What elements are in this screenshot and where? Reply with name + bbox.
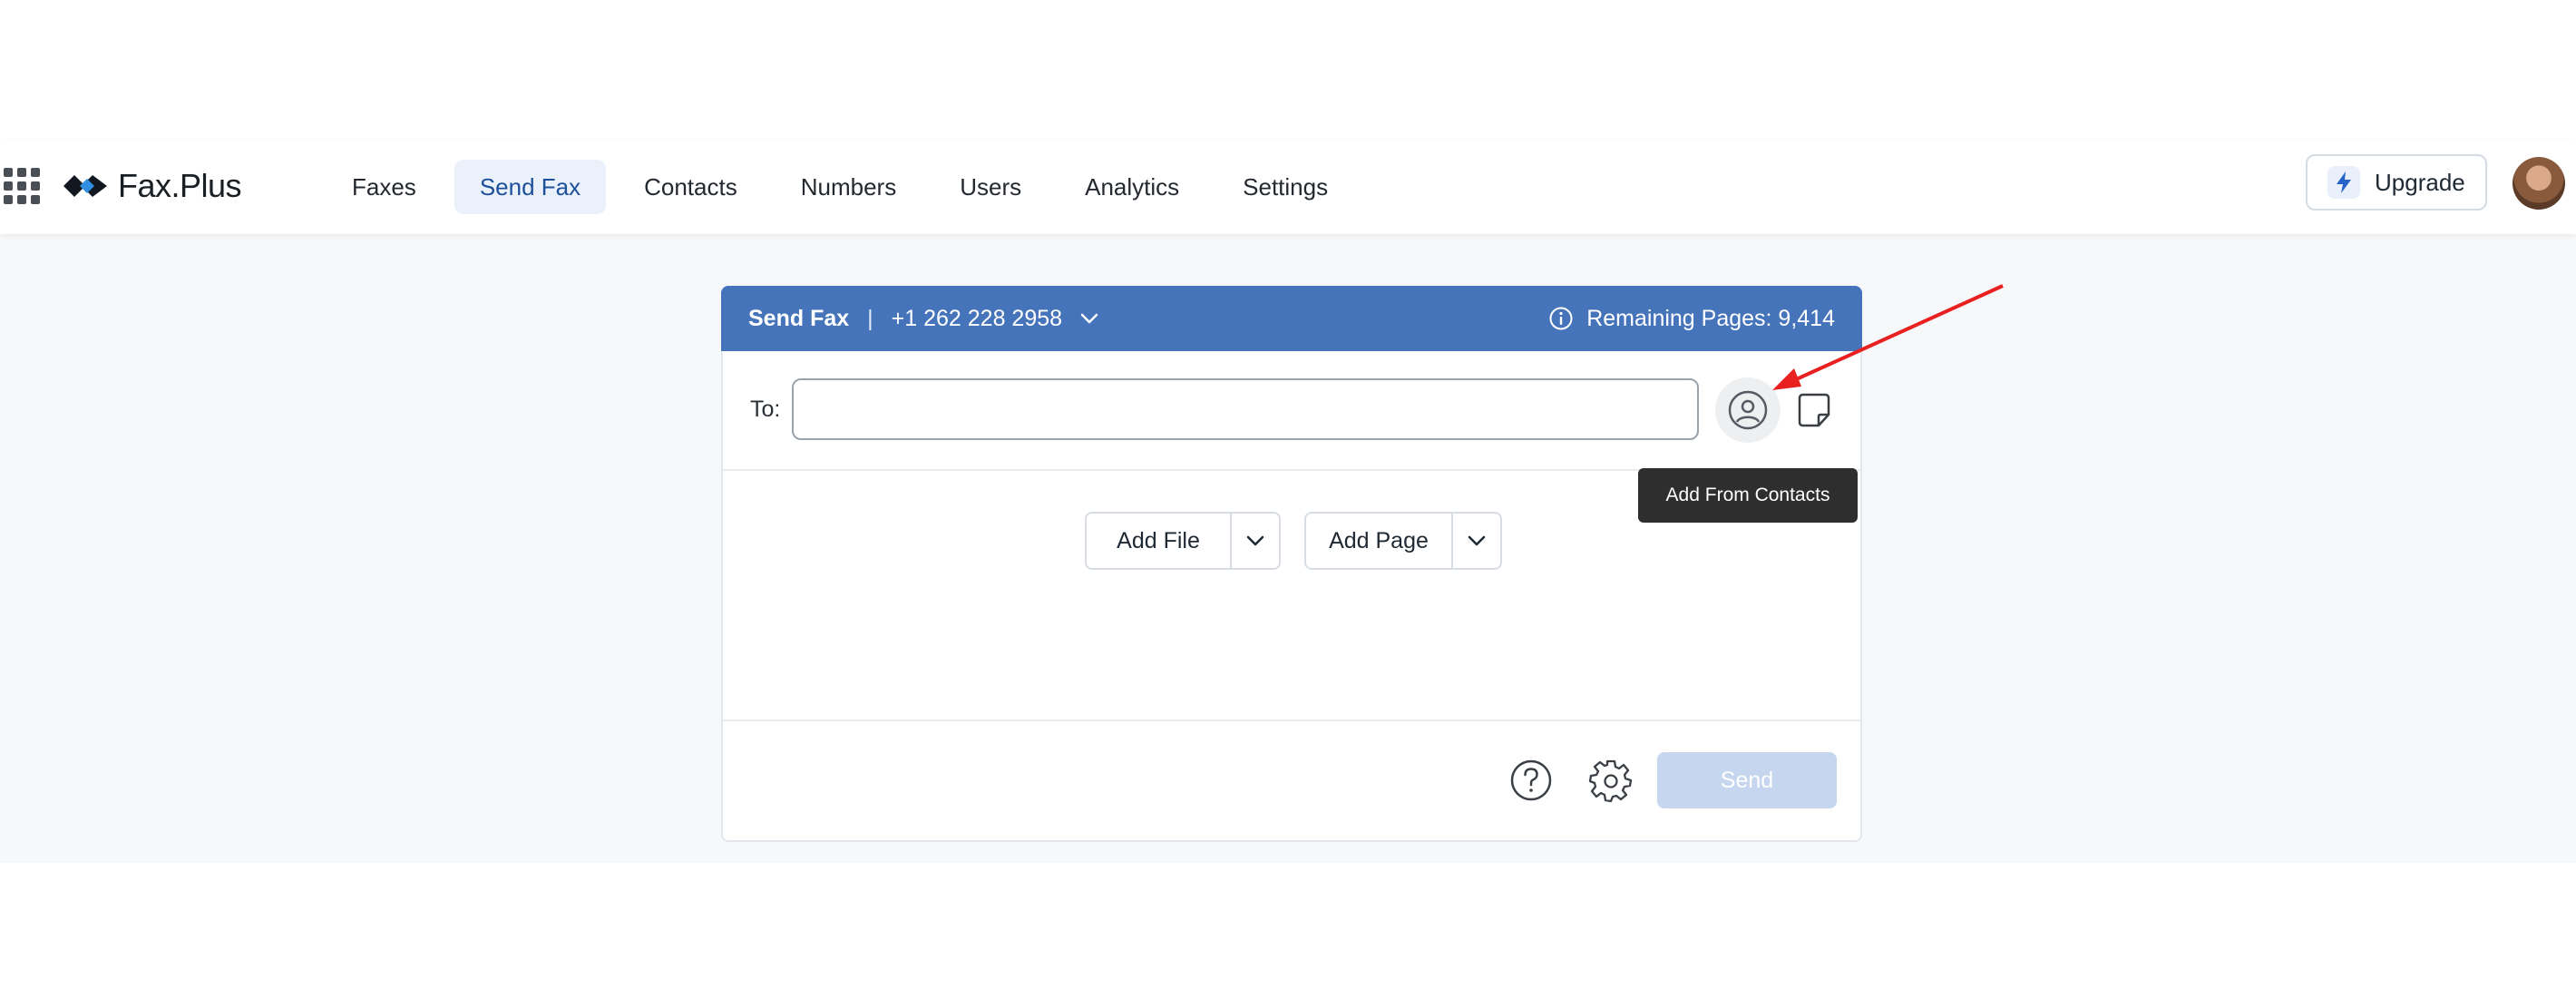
contact-icon [1728,390,1768,430]
add-page-dropdown[interactable] [1453,514,1500,568]
remaining-pages-text: Remaining Pages: 9,414 [1586,305,1835,331]
upgrade-button[interactable]: Upgrade [2306,154,2487,211]
nav-item-send-fax[interactable]: Send Fax [454,160,607,214]
info-icon [1549,307,1573,330]
chevron-down-icon [1468,535,1486,546]
send-fax-card: Send Fax | +1 262 228 2958 Remaining Pag… [721,286,1862,842]
top-navigation-bar: Fax.Plus Faxes Send Fax Contacts Numbers… [0,141,2576,234]
cover-note-button[interactable] [1793,389,1835,431]
apps-grid-icon[interactable] [4,168,40,204]
remaining-pages: Remaining Pages: 9,414 [1548,286,1835,351]
card-header: Send Fax | +1 262 228 2958 Remaining Pag… [721,286,1862,351]
card-title: Send Fax [748,305,850,331]
bolt-icon [2327,166,2360,199]
chevron-down-icon [1246,535,1264,546]
app-logo[interactable]: Fax.Plus [62,161,242,211]
sender-number[interactable]: +1 262 228 2958 [892,306,1062,332]
logo-icon [63,175,107,197]
upgrade-label: Upgrade [2375,168,2465,196]
recipient-row: To: [723,351,1860,471]
note-icon [1798,393,1830,427]
send-button[interactable]: Send [1657,752,1837,808]
add-page-button[interactable]: Add Page [1306,514,1453,568]
chevron-down-icon[interactable] [1078,308,1100,329]
help-icon[interactable] [1508,758,1554,803]
avatar[interactable] [2513,157,2565,210]
add-page-split-button: Add Page [1304,512,1502,570]
nav-item-analytics[interactable]: Analytics [1059,160,1205,214]
add-file-button[interactable]: Add File [1087,514,1232,568]
logo-text: Fax.Plus [118,167,242,204]
nav-item-faxes[interactable]: Faxes [327,160,442,214]
screen: Fax.Plus Faxes Send Fax Contacts Numbers… [0,0,2576,989]
nav-item-contacts[interactable]: Contacts [619,160,763,214]
header-separator: | [867,305,873,331]
recipient-input[interactable] [792,378,1699,440]
nav-item-users[interactable]: Users [934,160,1047,214]
card-footer: Send [723,721,1860,842]
add-from-contacts-button[interactable] [1715,377,1781,443]
nav-item-settings[interactable]: Settings [1217,160,1353,214]
gear-icon[interactable] [1588,758,1634,803]
add-file-dropdown[interactable] [1232,514,1279,568]
nav-item-numbers[interactable]: Numbers [776,160,922,214]
to-label: To: [750,397,781,422]
add-from-contacts-tooltip: Add From Contacts [1638,468,1858,523]
add-file-split-button: Add File [1085,512,1281,570]
main-nav: Faxes Send Fax Contacts Numbers Users An… [327,153,1366,220]
